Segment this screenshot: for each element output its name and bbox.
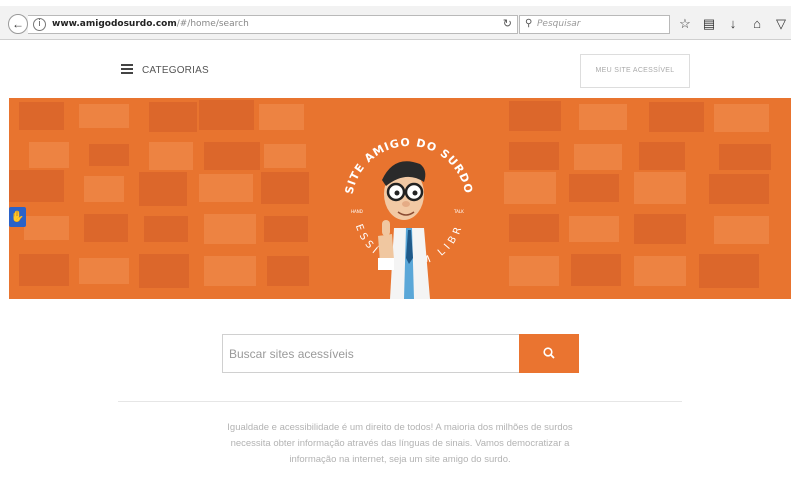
browser-toolbar: ← i www.amigodosurdo.com/#/home/search ↻…: [0, 6, 791, 40]
browser-tool-icons: ☆ ▤ ↓ ⌂ ▽ ≡: [678, 14, 791, 34]
site-search-button[interactable]: [519, 334, 579, 373]
url-path: /#/home/search: [176, 19, 249, 29]
hamburger-menu-icon[interactable]: [121, 64, 133, 74]
back-arrow-icon[interactable]: ←: [8, 14, 28, 34]
browser-search-placeholder: Pesquisar: [537, 19, 581, 29]
section-divider: [118, 401, 682, 402]
url-text: www.amigodosurdo.com/#/home/search: [52, 19, 249, 29]
hero-banner: SITE AMIGO DO SURDO ACESSÍVEL EM LIBRAS …: [9, 98, 791, 299]
clipboard-icon[interactable]: ▤: [702, 14, 716, 34]
tagline-line-3: informação na internet, seja um site ami…: [289, 454, 511, 465]
tagline-line-2: necessita obter informação através das l…: [230, 438, 570, 449]
browser-search-box[interactable]: ⚲ Pesquisar: [519, 15, 670, 34]
site-search-bar: [222, 334, 579, 373]
url-domain: www.amigodosurdo.com: [52, 19, 177, 29]
site-search-input[interactable]: [223, 335, 519, 372]
reload-icon[interactable]: ↻: [503, 17, 512, 30]
tagline: Igualdade e acessibilidade é um direito …: [200, 420, 600, 468]
pocket-icon[interactable]: ▽: [774, 14, 788, 34]
accessibility-hand-icon[interactable]: ✋: [9, 207, 26, 227]
tagline-line-1: Igualdade e acessibilidade é um direito …: [227, 422, 573, 433]
search-icon: ⚲: [525, 18, 533, 29]
magnifier-icon: [543, 347, 555, 359]
bookmark-star-icon[interactable]: ☆: [678, 14, 692, 34]
download-icon[interactable]: ↓: [726, 14, 740, 34]
my-accessible-site-button[interactable]: MEU SITE ACESSÍVEL: [580, 54, 690, 88]
cartoon-character-icon: [378, 161, 430, 299]
logo-small-right: TALK: [453, 209, 464, 214]
address-bar[interactable]: i www.amigodosurdo.com/#/home/search ↻: [28, 15, 518, 34]
home-icon[interactable]: ⌂: [750, 14, 764, 34]
amigo-do-surdo-logo: SITE AMIGO DO SURDO ACESSÍVEL EM LIBRAS …: [334, 108, 474, 299]
site-header: CATEGORIAS MEU SITE ACESSÍVEL: [0, 40, 791, 98]
logo-small-left: HAND: [351, 209, 363, 214]
info-icon[interactable]: i: [33, 18, 46, 31]
categories-menu-label[interactable]: CATEGORIAS: [142, 65, 209, 76]
